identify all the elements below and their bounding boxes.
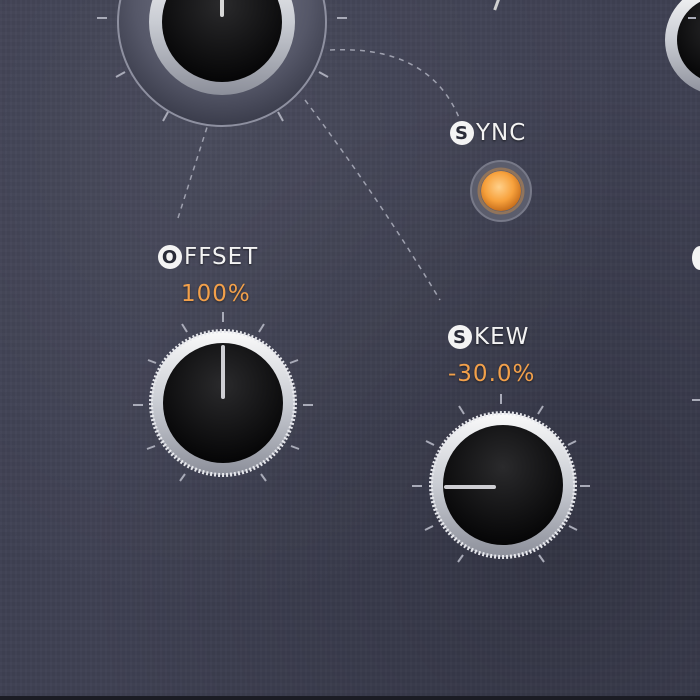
offset-label-text: FFSET: [184, 244, 259, 270]
sync-label-cap: S: [450, 121, 474, 145]
bottom-divider: [0, 696, 700, 700]
skew-value: -30.0%: [448, 361, 536, 387]
skew-label-cap: S: [448, 325, 472, 349]
offset-value: 100%: [181, 281, 251, 307]
skew-knob[interactable]: [412, 394, 590, 563]
sync-label: S YNC: [450, 120, 526, 146]
offset-knob[interactable]: [133, 312, 313, 482]
sync-label-text: YNC: [476, 120, 527, 146]
right-edge-knob[interactable]: [665, 0, 700, 95]
offset-label-cap: O: [158, 245, 182, 269]
sync-button[interactable]: [470, 160, 532, 222]
link-line-sync: [329, 48, 461, 121]
top-knob[interactable]: [97, 0, 347, 127]
link-line-offset: [177, 117, 211, 219]
offset-label: O FFSET: [158, 244, 258, 270]
skew-label-text: KEW: [474, 324, 530, 350]
link-line-skew: [304, 99, 441, 301]
skew-label: S KEW: [448, 324, 529, 350]
panel-graphics: [97, 0, 700, 563]
